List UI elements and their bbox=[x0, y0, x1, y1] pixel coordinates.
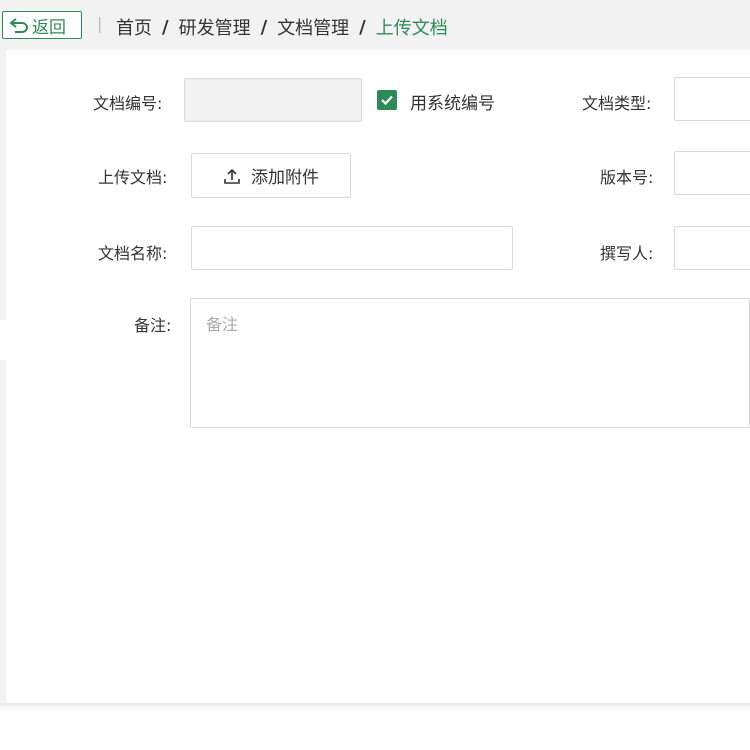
back-arrow-icon bbox=[9, 18, 28, 33]
version-label: 版本号: bbox=[600, 168, 654, 187]
version-input[interactable] bbox=[674, 151, 750, 195]
breadcrumb-separator: / bbox=[162, 16, 169, 38]
breadcrumb-separator: / bbox=[260, 16, 268, 38]
header-separator: | bbox=[97, 14, 103, 33]
doc-type-label: 文档类型: bbox=[582, 94, 652, 113]
breadcrumb-doc-management[interactable]: 文档管理 bbox=[277, 14, 349, 40]
remark-label: 备注: bbox=[134, 316, 172, 335]
doc-number-label: 文档编号: bbox=[93, 94, 163, 113]
left-edge-strip bbox=[0, 360, 6, 703]
doc-number-input[interactable] bbox=[184, 78, 362, 122]
author-label: 撰写人: bbox=[600, 244, 654, 263]
breadcrumb-separator: / bbox=[359, 16, 366, 38]
back-button[interactable]: 返回 bbox=[2, 11, 82, 39]
upload-doc-label: 上传文档: bbox=[98, 168, 168, 187]
bottom-footer-area bbox=[0, 703, 750, 750]
use-system-number-checkbox[interactable] bbox=[377, 90, 397, 110]
upload-icon bbox=[224, 168, 240, 184]
remark-textarea[interactable]: 备注 bbox=[190, 298, 750, 428]
doc-name-input[interactable] bbox=[191, 226, 513, 270]
back-label: 返回 bbox=[32, 17, 66, 38]
breadcrumb-current-upload: 上传文档 bbox=[375, 18, 448, 39]
use-system-number-label[interactable]: 用系统编号 bbox=[410, 89, 495, 114]
breadcrumb-home[interactable]: 首页 bbox=[116, 14, 152, 40]
doc-type-select[interactable] bbox=[674, 77, 750, 121]
checkmark-icon bbox=[381, 95, 393, 106]
left-edge-strip bbox=[0, 50, 6, 320]
top-bar: 返回 | 首页 / 研发管理 / 文档管理 / 上传文档 bbox=[0, 0, 750, 50]
breadcrumb: 首页 / 研发管理 / 文档管理 / 上传文档 bbox=[116, 14, 448, 40]
breadcrumb-rd-management[interactable]: 研发管理 bbox=[179, 14, 251, 40]
add-attachment-label: 添加附件 bbox=[251, 168, 319, 188]
add-attachment-button[interactable]: 添加附件 bbox=[191, 153, 351, 198]
remark-placeholder: 备注 bbox=[206, 315, 239, 334]
doc-name-label: 文档名称: bbox=[98, 244, 168, 263]
author-input[interactable] bbox=[674, 226, 750, 270]
